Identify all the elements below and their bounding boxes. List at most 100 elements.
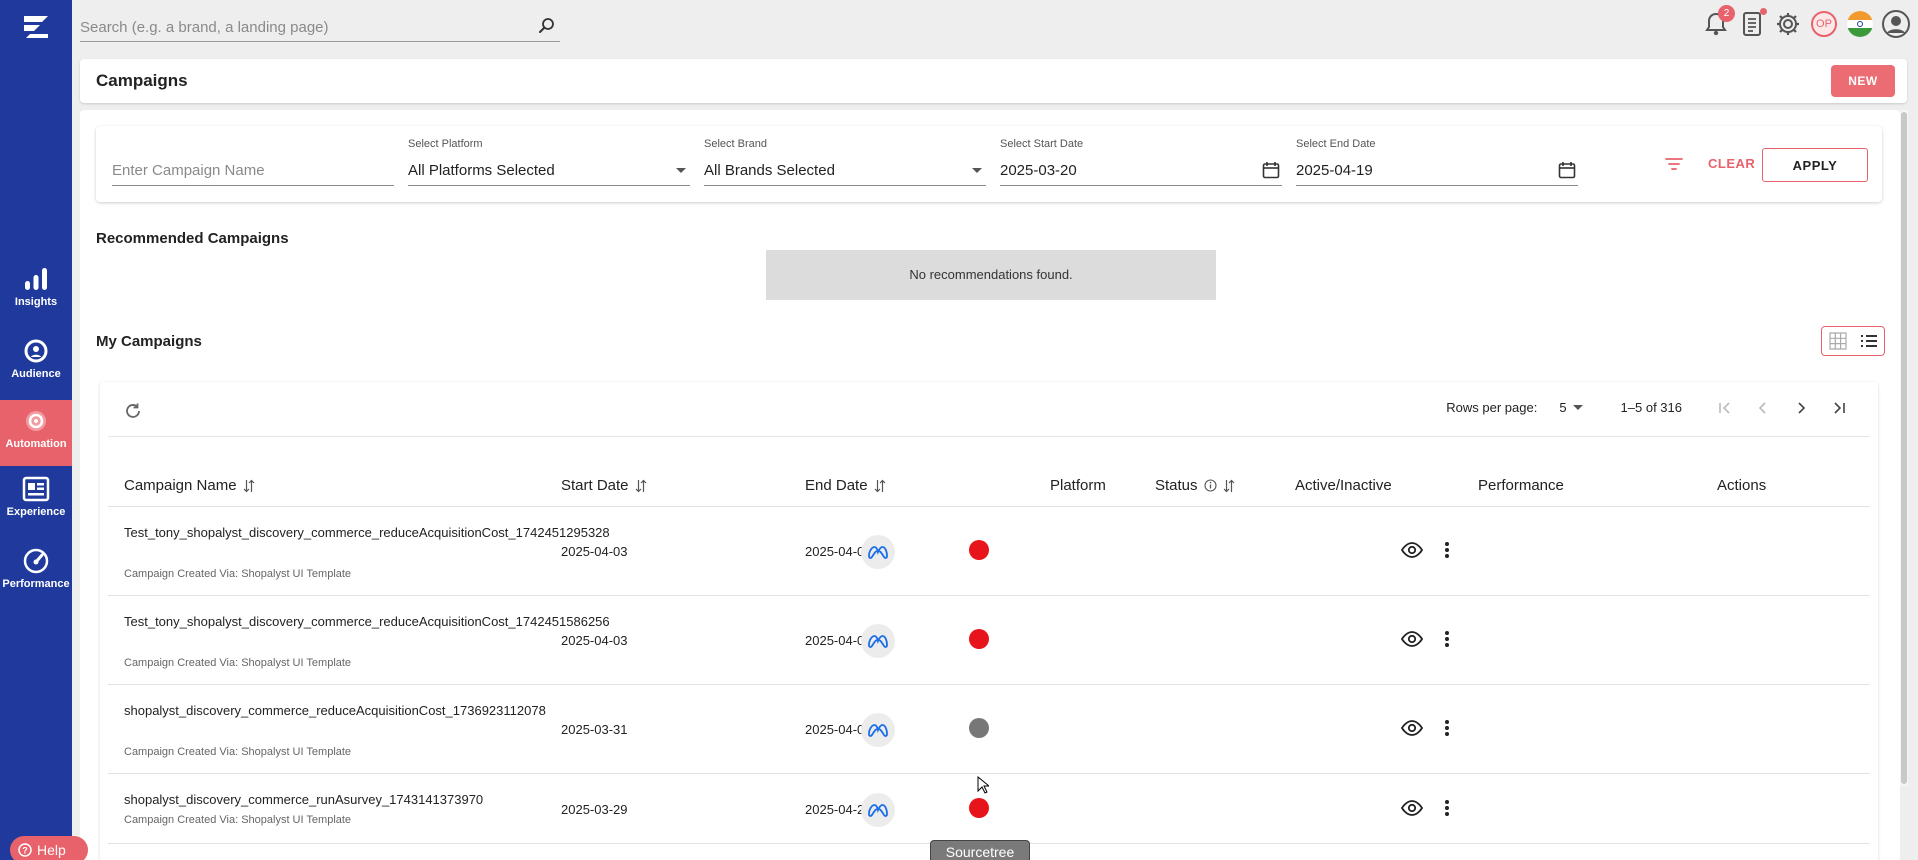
notification-badge: 2: [1718, 5, 1735, 22]
table-row[interactable]: shopalyst_discovery_commerce_reduceAcqui…: [108, 685, 1870, 774]
sidebar-item-label: Audience: [11, 368, 61, 380]
chevron-down-icon: [1572, 405, 1583, 410]
platform-badge: [861, 793, 895, 827]
country-selector[interactable]: [1846, 10, 1874, 38]
main-panel: Select Platform All Platforms Selected S…: [80, 110, 1900, 860]
new-campaign-button[interactable]: NEW: [1831, 65, 1895, 97]
rows-per-page-select[interactable]: 5: [1559, 400, 1583, 415]
campaign-source: Campaign Created Via: Shopalyst UI Templ…: [124, 568, 352, 580]
more-options-icon[interactable]: [1444, 719, 1450, 737]
eye-icon[interactable]: [1401, 542, 1423, 558]
reports-dot: [1760, 8, 1767, 15]
campaigns-table: Rows per page: 5 1–5 of 316 Campaign Nam…: [100, 382, 1878, 860]
table-row[interactable]: shopalyst_discovery_commerce_runAsurvey_…: [108, 774, 1870, 844]
last-page-button[interactable]: [1820, 401, 1858, 415]
campaign-name-input[interactable]: [112, 162, 394, 179]
start-date: 2025-03-29: [561, 802, 628, 817]
list-view-button[interactable]: [1853, 327, 1884, 355]
search-input[interactable]: [80, 14, 520, 40]
status-indicator: [969, 798, 989, 818]
campaign-name[interactable]: shopalyst_discovery_commerce_runAsurvey_…: [124, 790, 534, 809]
rows-per-page-label: Rows per page:: [1446, 400, 1538, 415]
mouse-cursor-icon: [977, 776, 989, 794]
brand-select[interactable]: Select Brand All Brands Selected: [704, 136, 986, 186]
sidebar-item-audience[interactable]: Audience: [0, 330, 72, 400]
status-indicator: [969, 718, 989, 738]
list-icon: [1860, 335, 1877, 347]
platform-select[interactable]: Select Platform All Platforms Selected: [408, 136, 690, 186]
sidebar-item-experience[interactable]: Experience: [0, 468, 72, 538]
gear-icon: [26, 411, 46, 431]
chevron-left-icon: [1758, 401, 1766, 414]
start-date: 2025-03-31: [561, 722, 628, 737]
eye-icon[interactable]: [1401, 800, 1423, 816]
column-header-status[interactable]: Status: [1155, 477, 1235, 494]
no-recommendations-message: No recommendations found.: [766, 250, 1216, 300]
next-page-button[interactable]: [1782, 401, 1820, 415]
meta-logo-icon: [868, 804, 888, 817]
table-row[interactable]: Test_tony_shopalyst_discovery_commerce_r…: [108, 596, 1870, 685]
filter-icon[interactable]: [1664, 156, 1684, 172]
taskbar-tooltip: Sourcetree: [930, 840, 1030, 860]
more-options-icon[interactable]: [1444, 541, 1450, 559]
calendar-icon[interactable]: [1558, 161, 1576, 179]
start-date-field[interactable]: Select Start Date 2025-03-20: [1000, 136, 1282, 186]
column-header-start-date[interactable]: Start Date: [561, 477, 647, 494]
settings-button[interactable]: [1774, 10, 1802, 38]
more-options-icon[interactable]: [1444, 630, 1450, 648]
column-header-label: Start Date: [561, 477, 629, 494]
end-date-value: 2025-04-19: [1296, 162, 1373, 179]
reports-button[interactable]: [1738, 8, 1767, 38]
help-button[interactable]: ? Help: [10, 836, 88, 860]
campaign-name-field: [112, 136, 394, 186]
search-icon[interactable]: [538, 17, 556, 35]
column-header-active-inactive: Active/Inactive: [1295, 477, 1392, 494]
campaign-name[interactable]: shopalyst_discovery_commerce_reduceAcqui…: [124, 701, 546, 720]
sidebar-item-performance[interactable]: Performance: [0, 540, 72, 610]
notifications-button[interactable]: 2: [1702, 5, 1735, 38]
table-row[interactable]: Test_tony_shopalyst_discovery_commerce_r…: [108, 507, 1870, 596]
campaign-name[interactable]: Test_tony_shopalyst_discovery_commerce_r…: [124, 612, 610, 631]
sidebar-item-label: Insights: [14, 296, 58, 308]
grid-view-button[interactable]: [1822, 327, 1853, 355]
clear-filters-button[interactable]: CLEAR: [1708, 156, 1755, 171]
column-header-performance: Performance: [1478, 477, 1564, 494]
sidebar-item-label: Automation: [5, 438, 67, 450]
status-indicator: [969, 629, 989, 649]
calendar-icon[interactable]: [1262, 161, 1280, 179]
column-header-platform: Platform: [1050, 477, 1106, 494]
meta-logo-icon: [868, 635, 888, 648]
eye-icon[interactable]: [1401, 631, 1423, 647]
user-account-button[interactable]: [1882, 10, 1910, 38]
column-header-campaign-name[interactable]: Campaign Name: [124, 477, 255, 494]
eye-icon[interactable]: [1401, 720, 1423, 736]
first-page-button[interactable]: [1706, 401, 1744, 415]
campaign-source: Campaign Created Via: Shopalyst UI Templ…: [124, 657, 352, 669]
column-header-label: Actions: [1717, 477, 1767, 494]
sidebar-item-insights[interactable]: Insights: [0, 258, 72, 328]
info-icon[interactable]: [1203, 479, 1217, 492]
chevron-down-icon: [972, 168, 982, 173]
pagination: Rows per page: 5 1–5 of 316: [1446, 400, 1858, 415]
profile-initials: OP: [1811, 11, 1837, 37]
campaign-name[interactable]: Test_tony_shopalyst_discovery_commerce_r…: [124, 523, 610, 542]
more-options-icon[interactable]: [1444, 799, 1450, 817]
scrollbar-thumb[interactable]: [1901, 112, 1907, 784]
gauge-icon: [23, 548, 49, 574]
app-logo[interactable]: [22, 14, 50, 40]
platform-label: Select Platform: [408, 138, 483, 150]
sort-icon: [243, 479, 254, 492]
profile-initials-button[interactable]: OP: [1810, 10, 1838, 38]
end-date-field[interactable]: Select End Date 2025-04-19: [1296, 136, 1578, 186]
grid-icon: [1828, 332, 1847, 350]
help-label: Help: [37, 842, 66, 858]
pagination-range: 1–5 of 316: [1620, 400, 1682, 415]
sidebar-item-automation[interactable]: Automation: [0, 400, 72, 466]
column-header-end-date[interactable]: End Date: [805, 477, 886, 494]
refresh-icon[interactable]: [124, 402, 142, 420]
platform-badge: [861, 713, 895, 747]
help-icon: ?: [18, 843, 32, 857]
previous-page-button[interactable]: [1744, 401, 1782, 415]
document-icon: [1743, 12, 1761, 36]
apply-filters-button[interactable]: APPLY: [1762, 148, 1868, 182]
